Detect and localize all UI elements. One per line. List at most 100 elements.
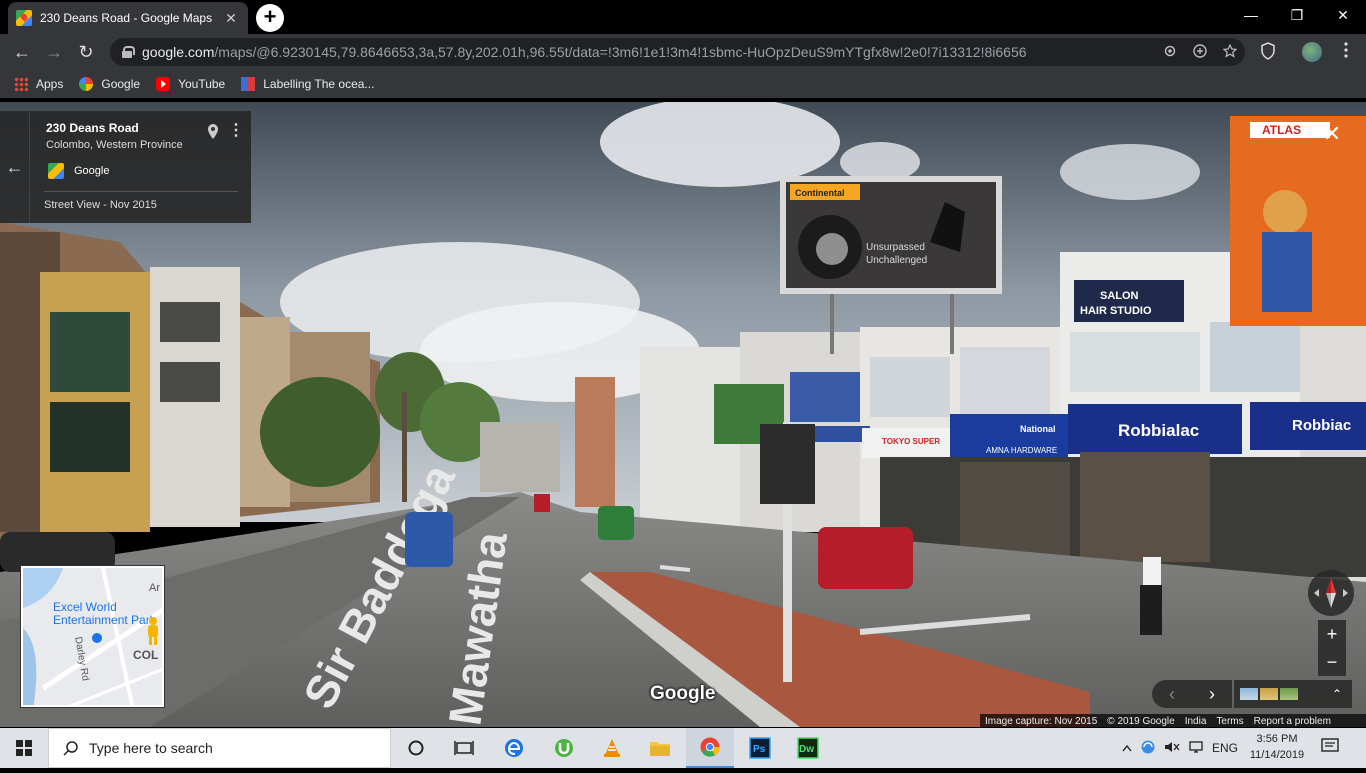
thumbnail-image[interactable] [1240,688,1258,700]
app-tray-icon[interactable] [1140,739,1156,758]
bookmark-apps[interactable]: Apps [14,77,63,91]
thumbnail-image[interactable] [1280,688,1298,700]
photoshop-icon[interactable]: Ps [736,728,784,768]
reload-button[interactable]: ↻ [72,38,100,66]
zoom-out-button[interactable]: − [1318,648,1346,676]
tab-bar: 230 Deans Road - Google Maps ✕ + — ❐ ✕ [0,0,1366,34]
tab-title: 230 Deans Road - Google Maps [40,11,213,25]
provider-link[interactable]: Google [48,163,109,179]
bookmarks-bar: Apps Google YouTube Labelling The ocea..… [0,70,1366,98]
bookmark-youtube[interactable]: YouTube [156,77,225,91]
minimap-poi-2: Entertainment Park [53,613,156,627]
report-problem-link[interactable]: Report a problem [1254,716,1331,727]
bookmark-label: Labelling The ocea... [263,77,375,91]
location-icon[interactable] [1155,44,1185,61]
forward-button[interactable]: → [40,38,68,66]
taskbar-search-box[interactable]: Type here to search [48,728,391,768]
google-icon [79,77,94,91]
map-pin-icon[interactable] [206,123,220,141]
tire-line1: Unsurpassed [866,242,925,253]
utorrent-icon[interactable] [540,728,588,768]
street-view-date: Street View - Nov 2015 [44,199,157,211]
bookmark-labelling[interactable]: Labelling The ocea... [241,77,374,91]
minimap[interactable]: Ar Excel World Entertainment Park Darley… [21,566,164,707]
salon-sign: SALON [1100,290,1139,302]
svg-text:Ps: Ps [753,744,766,755]
add-icon[interactable] [1185,43,1215,61]
windows-logo-icon [16,740,32,756]
divider [44,191,238,192]
photo-navigation: ‹ › [1152,680,1232,708]
volume-muted-icon[interactable] [1164,740,1180,757]
minimap-roads [23,568,162,705]
clock-date: 11/14/2019 [1249,749,1305,761]
browser-toolbar: ← → ↻ google.com/maps/@6.9230145,79.8646… [0,34,1366,70]
file-explorer-icon[interactable] [636,728,684,768]
svg-text:Dw: Dw [799,744,814,755]
provider-label: Google [74,165,110,177]
task-view-icon[interactable] [440,728,488,768]
photo-thumbnails[interactable]: ⌃ [1234,680,1352,708]
bookmark-label: Google [101,77,141,91]
tab-close-icon[interactable]: ✕ [222,9,240,27]
minimap-poi-1: Excel World [53,600,117,614]
minimize-button[interactable]: — [1228,0,1274,30]
bookmark-star-icon[interactable] [1215,43,1245,61]
back-arrow-button[interactable]: ← [0,111,30,223]
amna-sign: AMNA HARDWARE [986,446,1057,455]
compass-button[interactable] [1308,570,1354,616]
tire-brand-text: Continental [795,188,845,198]
window-close-button[interactable]: ✕ [1320,0,1366,30]
shield-extension-icon[interactable] [1258,42,1278,62]
google-watermark: Google [650,683,716,704]
robbialac-sign-2: Robbiac [1292,417,1351,434]
copyright: © 2019 Google [1107,715,1175,727]
pegman-icon[interactable] [145,616,161,646]
lock-icon[interactable] [122,46,135,58]
chrome-icon[interactable] [686,728,734,768]
next-photo-button[interactable]: › [1209,684,1215,705]
expand-thumbnails-icon[interactable]: ⌃ [1332,687,1342,701]
compass-icon [1314,578,1348,608]
location-info-card: ← 230 Deans Road Colombo, Western Provin… [0,111,251,223]
address-bar[interactable]: google.com/maps/@6.9230145,79.8646653,3a… [110,38,1245,66]
search-placeholder: Type here to search [89,740,213,756]
bookmark-label: Apps [36,77,64,91]
google-maps-icon [48,163,64,179]
minimap-label-edge: Ar [149,582,160,594]
atlas-sign: ATLAS [1262,123,1301,137]
terms-link[interactable]: Terms [1216,716,1243,727]
minimap-area: COL [133,648,159,662]
restore-button[interactable]: ❐ [1274,0,1320,30]
edge-browser-icon[interactable] [490,728,538,768]
bookmark-label: YouTube [178,77,226,91]
notification-center-icon[interactable] [1320,738,1340,758]
new-tab-button[interactable]: + [256,4,284,32]
network-icon[interactable] [1188,740,1204,757]
clock-time: 3:56 PM [1256,733,1298,745]
url-text[interactable]: google.com/maps/@6.9230145,79.8646653,3a… [142,44,1155,60]
system-clock[interactable]: 3:56 PM 11/14/2019 [1246,731,1308,763]
dreamweaver-icon[interactable]: Dw [784,728,832,768]
windows-taskbar: Type here to search Ps Dw ENG 3:56 PM 11… [0,728,1366,768]
back-button[interactable]: ← [8,38,36,66]
menu-dots-icon[interactable] [1336,42,1356,62]
bookmark-google[interactable]: Google [79,77,140,91]
tire-line2: Unchallenged [866,255,927,266]
national-sign: National [1020,424,1056,434]
tab-google-maps[interactable]: 230 Deans Road - Google Maps ✕ [8,2,248,34]
vlc-icon[interactable] [588,728,636,768]
country-link[interactable]: India [1185,716,1207,727]
youtube-icon [156,77,171,91]
show-hidden-icons-icon[interactable] [1122,741,1132,755]
more-options-icon[interactable]: ⋮ [228,123,244,141]
previous-photo-button[interactable]: ‹ [1169,684,1175,705]
zoom-in-button[interactable]: + [1318,620,1346,648]
labelling-icon [241,77,256,91]
cortana-icon[interactable] [392,728,440,768]
thumbnail-image[interactable] [1260,688,1278,700]
start-button[interactable] [0,728,48,768]
profile-avatar-icon[interactable] [1302,42,1322,62]
close-street-view-button[interactable]: ✕ [1318,120,1346,148]
language-indicator[interactable]: ENG [1212,741,1238,755]
